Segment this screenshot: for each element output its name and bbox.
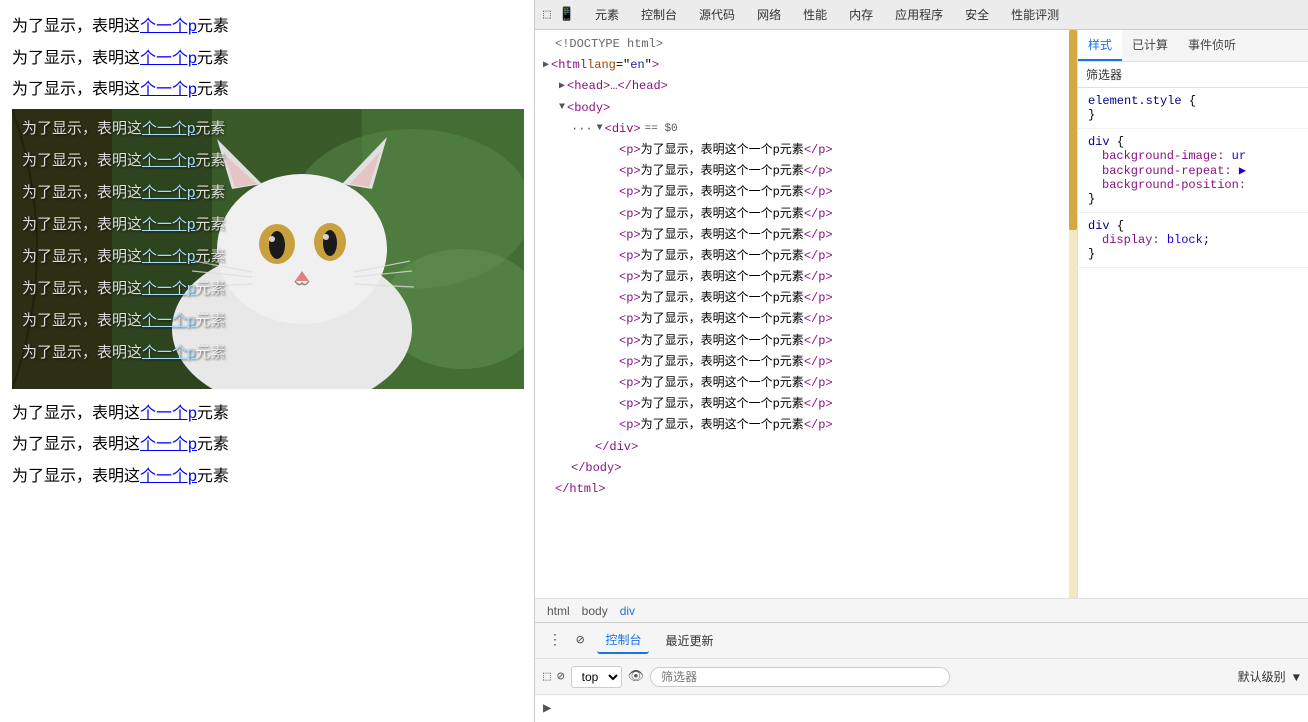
html-line-div-close[interactable]: </div> [535, 437, 1077, 458]
devtools-cursor-icon[interactable]: ⬚ [543, 669, 551, 684]
console-prompt-line: ▶ [535, 694, 1308, 722]
breadcrumb-bar: html body div [535, 598, 1308, 622]
html-line-doctype[interactable]: <!DOCTYPE html> [535, 34, 1077, 55]
page-text-after-2: 为了显示，表明这个一个p元素 [12, 432, 522, 458]
devtools-tab-bar: ⬚ 📱 元素 控制台 源代码 网络 性能 内存 应用程序 安全 性能评测 [535, 0, 1308, 30]
console-tab-recent[interactable]: 最近更新 [657, 628, 721, 653]
css-prop-bg-position: background-position: [1088, 178, 1298, 192]
html-line-p6[interactable]: <p>为了显示，表明这个一个p元素</p> [535, 246, 1077, 267]
css-prop-bg-image: background-image: ur [1088, 149, 1298, 163]
html-line-p5[interactable]: <p>为了显示，表明这个一个p元素</p> [535, 225, 1077, 246]
html-line-p3[interactable]: <p>为了显示，表明这个一个p元素</p> [535, 182, 1077, 203]
breadcrumb-div[interactable]: div [616, 602, 639, 620]
breadcrumb-html[interactable]: html [543, 602, 574, 620]
console-controls: ⬚ ⊘ top 👁 默认级别 ▼ [535, 658, 1308, 694]
html-line-body-close[interactable]: </body> [535, 458, 1077, 479]
css-brace-close-1: } [1088, 108, 1298, 122]
css-selector-div-1: div { [1088, 135, 1298, 149]
css-rule-div-1: div { background-image: ur background-re… [1078, 129, 1308, 213]
dollar-marker: == $0 [645, 121, 678, 139]
css-prop-display: display: block; [1088, 233, 1298, 247]
dots-icon: ··· [571, 120, 593, 139]
page-text-after-1: 为了显示，表明这个一个p元素 [12, 401, 522, 427]
html-line-p9[interactable]: <p>为了显示，表明这个一个p元素</p> [535, 309, 1077, 330]
html-line-p8[interactable]: <p>为了显示，表明这个一个p元素</p> [535, 288, 1077, 309]
settings-icon[interactable]: ⋮ [543, 629, 567, 652]
devtools-main-area: <!DOCTYPE html> <html lang="en"> <head>…… [535, 30, 1308, 598]
cat-image [12, 109, 524, 389]
cat-image-container: 为了显示，表明这个一个p元素 为了显示，表明这个一个p元素 为了显示，表明这个一… [12, 109, 524, 389]
filter-label: 筛选器 [1086, 68, 1122, 82]
frame-select[interactable]: top [571, 666, 622, 688]
filter-bar: 筛选器 [1078, 62, 1308, 88]
tab-styles[interactable]: 样式 [1078, 30, 1122, 61]
css-selector-div-2: div { [1088, 219, 1298, 233]
html-line-head[interactable]: <head>…</head> [535, 76, 1077, 97]
tab-memory[interactable]: 内存 [839, 2, 883, 27]
css-brace-close-3: } [1088, 247, 1298, 261]
tab-computed[interactable]: 已计算 [1122, 30, 1178, 61]
html-line-dots[interactable]: ··· <div> == $0 [535, 119, 1077, 140]
devtools-panel: ⬚ 📱 元素 控制台 源代码 网络 性能 内存 应用程序 安全 性能评测 <!D… [534, 0, 1308, 722]
webpage-content: 为了显示，表明这个一个p元素 为了显示，表明这个一个p元素 为了显示，表明这个一… [0, 0, 534, 722]
css-brace-close-2: } [1088, 192, 1298, 206]
breadcrumb-body[interactable]: body [578, 602, 612, 620]
html-line-html-close[interactable]: </html> [535, 479, 1077, 500]
eye-icon[interactable]: 👁 [628, 669, 645, 684]
tab-security[interactable]: 安全 [955, 2, 999, 27]
expand-html[interactable] [543, 58, 549, 74]
html-panel[interactable]: <!DOCTYPE html> <html lang="en"> <head>…… [535, 30, 1078, 598]
styles-tab-bar: 样式 已计算 事件侦听 [1078, 30, 1308, 62]
default-level-select[interactable]: 默认级别 ▼ [1238, 668, 1300, 685]
tab-console[interactable]: 控制台 [631, 2, 687, 27]
styles-panel: 样式 已计算 事件侦听 筛选器 element.style { } div { [1078, 30, 1308, 598]
css-rule-div-2: div { display: block; } [1078, 213, 1308, 268]
cursor-icon[interactable]: ⬚ [539, 5, 555, 24]
page-text-1: 为了显示，表明这个一个p元素 [12, 14, 522, 40]
expand-head[interactable] [559, 79, 565, 95]
tab-network[interactable]: 网络 [747, 2, 791, 27]
doctype-text: <!DOCTYPE html> [555, 35, 663, 54]
page-text-after-3: 为了显示，表明这个一个p元素 [12, 464, 522, 490]
tab-event-listeners[interactable]: 事件侦听 [1178, 30, 1246, 61]
html-line-p10[interactable]: <p>为了显示，表明这个一个p元素</p> [535, 331, 1077, 352]
tab-perf-insights[interactable]: 性能评测 [1001, 2, 1069, 27]
html-line-p12[interactable]: <p>为了显示，表明这个一个p元素</p> [535, 373, 1077, 394]
expand-body[interactable] [559, 100, 565, 116]
html-line-p11[interactable]: <p>为了显示，表明这个一个p元素</p> [535, 352, 1077, 373]
page-text-2: 为了显示，表明这个一个p元素 [12, 46, 522, 72]
tab-elements[interactable]: 元素 [585, 2, 629, 27]
html-line-html[interactable]: <html lang="en"> [535, 55, 1077, 76]
html-line-p7[interactable]: <p>为了显示，表明这个一个p元素</p> [535, 267, 1077, 288]
console-bar: ⋮ ⊘ 控制台 最近更新 [535, 622, 1308, 658]
html-line-p4[interactable]: <p>为了显示，表明这个一个p元素</p> [535, 204, 1077, 225]
html-line-p1[interactable]: <p>为了显示，表明这个一个p元素</p> [535, 140, 1077, 161]
devtools-icon-group: ⬚ 📱 [539, 5, 579, 24]
tab-sources[interactable]: 源代码 [689, 2, 745, 27]
expand-div[interactable] [597, 121, 603, 137]
block-icon[interactable]: ⊘ [571, 629, 589, 652]
html-line-p13[interactable]: <p>为了显示，表明这个一个p元素</p> [535, 394, 1077, 415]
css-selector-element: element.style { [1088, 94, 1298, 108]
tab-performance[interactable]: 性能 [793, 2, 837, 27]
html-line-body[interactable]: <body> [535, 98, 1077, 119]
tab-application[interactable]: 应用程序 [885, 2, 953, 27]
stop-icon[interactable]: ⊘ [557, 669, 565, 684]
css-prop-bg-repeat: background-repeat: ▶ [1088, 163, 1298, 178]
console-tab-console[interactable]: 控制台 [597, 627, 649, 654]
page-text-3: 为了显示，表明这个一个p元素 [12, 77, 522, 103]
html-line-p14[interactable]: <p>为了显示，表明这个一个p元素</p> [535, 415, 1077, 436]
html-line-p2[interactable]: <p>为了显示，表明这个一个p元素</p> [535, 161, 1077, 182]
device-icon[interactable]: 📱 [555, 5, 579, 24]
console-icon-group: ⋮ ⊘ [543, 629, 589, 652]
console-filter-input[interactable] [650, 667, 950, 687]
css-rule-element-style: element.style { } [1078, 88, 1308, 129]
prompt-arrow-icon: ▶ [543, 700, 551, 717]
